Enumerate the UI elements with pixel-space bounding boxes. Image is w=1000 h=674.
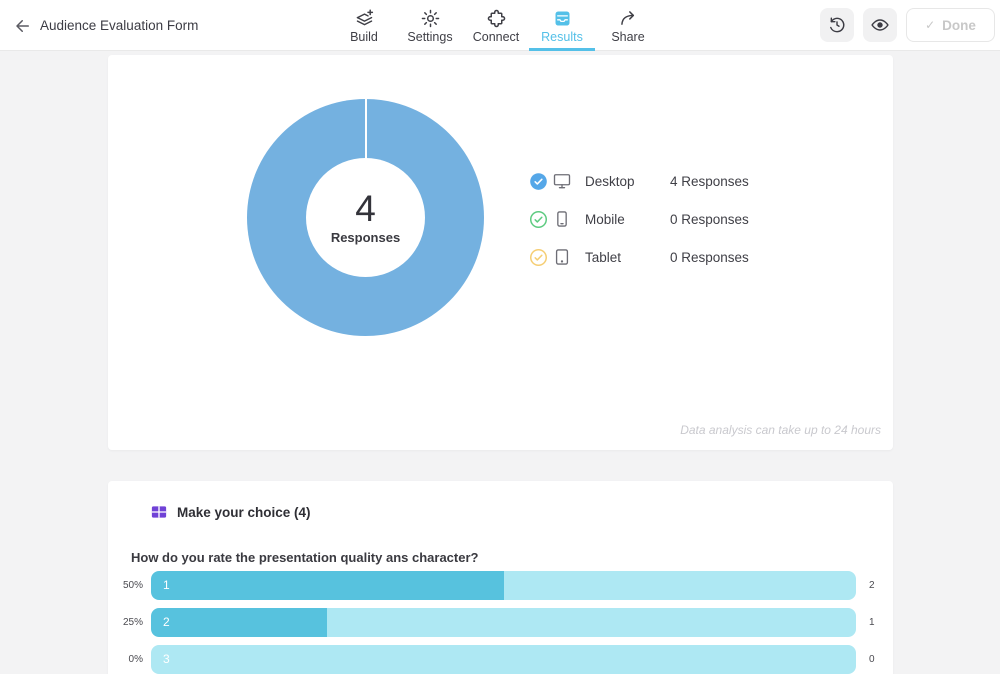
- done-button[interactable]: ✓ Done: [906, 8, 995, 42]
- gear-icon: [420, 7, 441, 29]
- total-responses-label: Responses: [331, 230, 400, 245]
- donut-center: 4 Responses: [306, 158, 425, 277]
- responses-donut-chart: 4 Responses: [247, 99, 484, 336]
- answer-count: 2: [869, 580, 875, 591]
- top-bar: Audience Evaluation Form Build Settings …: [0, 0, 1000, 51]
- legend-count: 0 Responses: [670, 212, 749, 227]
- bar-label: 1: [163, 571, 170, 600]
- mobile-phone-icon: [552, 209, 572, 229]
- check-circle-icon: [529, 210, 548, 229]
- bar-track[interactable]: 1: [151, 571, 856, 600]
- history-icon: [827, 15, 847, 35]
- question-results-card: Make your choice (4) How do you rate the…: [108, 481, 893, 674]
- legend-row-mobile: Mobile 0 Responses: [529, 205, 749, 233]
- donut-slice-divider: [365, 99, 367, 161]
- answer-bar-row: 50% 1 2: [108, 571, 893, 600]
- tablet-icon: [552, 247, 572, 267]
- legend-label: Mobile: [585, 212, 670, 227]
- preview-button[interactable]: [863, 8, 897, 42]
- question-card-header: Make your choice (4): [150, 503, 311, 521]
- bar-fill: [151, 571, 504, 600]
- tab-label: Settings: [407, 30, 452, 44]
- done-label: Done: [942, 18, 976, 33]
- eye-icon: [870, 15, 890, 35]
- answer-bars: 50% 1 2 25% 2 1 0% 3: [108, 571, 893, 674]
- history-button[interactable]: [820, 8, 854, 42]
- tab-build[interactable]: Build: [331, 0, 397, 51]
- page-title: Audience Evaluation Form: [40, 0, 198, 50]
- answer-count: 0: [869, 654, 875, 665]
- legend-count: 0 Responses: [670, 250, 749, 265]
- legend-row-desktop: Desktop 4 Responses: [529, 167, 749, 195]
- answer-percent: 25%: [108, 617, 143, 628]
- check-circle-icon: [529, 248, 548, 267]
- check-circle-icon: [529, 172, 548, 191]
- tab-results[interactable]: Results: [529, 0, 595, 51]
- tab-share[interactable]: Share: [595, 0, 661, 51]
- legend-label: Desktop: [585, 174, 670, 189]
- question-text: How do you rate the presentation quality…: [131, 550, 478, 565]
- tab-settings[interactable]: Settings: [397, 0, 463, 51]
- total-responses-value: 4: [355, 190, 376, 229]
- tab-label: Connect: [473, 30, 520, 44]
- bar-fill: [151, 608, 327, 637]
- question-block-title: Make your choice (4): [177, 505, 311, 520]
- legend-row-tablet: Tablet 0 Responses: [529, 243, 749, 271]
- table-icon: [150, 503, 168, 521]
- tab-connect[interactable]: Connect: [463, 0, 529, 51]
- answer-percent: 50%: [108, 580, 143, 591]
- bar-track[interactable]: 3: [151, 645, 856, 674]
- answer-count: 1: [869, 617, 875, 628]
- share-arrow-icon: [618, 7, 639, 29]
- tab-label: Share: [611, 30, 644, 44]
- responses-overview-card: 4 Responses Desktop 4 Responses: [108, 55, 893, 450]
- check-icon: ✓: [925, 18, 935, 32]
- legend-count: 4 Responses: [670, 174, 749, 189]
- data-analysis-note: Data analysis can take up to 24 hours: [680, 423, 881, 437]
- tab-label: Results: [541, 30, 583, 44]
- back-button[interactable]: [10, 13, 36, 39]
- bar-label: 3: [163, 645, 170, 674]
- results-inbox-icon: [552, 7, 573, 29]
- arrow-left-icon: [14, 17, 32, 35]
- answer-bar-row: 25% 2 1: [108, 608, 893, 637]
- answer-bar-row: 0% 3 0: [108, 645, 893, 674]
- main-tabs: Build Settings Connect Results: [331, 0, 661, 51]
- legend-label: Tablet: [585, 250, 670, 265]
- desktop-icon: [552, 171, 572, 191]
- bar-track[interactable]: 2: [151, 608, 856, 637]
- tab-label: Build: [350, 30, 378, 44]
- puzzle-icon: [486, 7, 507, 29]
- device-legend: Desktop 4 Responses Mobile 0 Responses: [529, 167, 749, 281]
- bar-label: 2: [163, 608, 170, 637]
- build-layers-icon: [354, 7, 375, 29]
- app-window: Audience Evaluation Form Build Settings …: [0, 0, 1000, 674]
- answer-percent: 0%: [108, 654, 143, 665]
- header-actions: ✓ Done: [820, 8, 995, 42]
